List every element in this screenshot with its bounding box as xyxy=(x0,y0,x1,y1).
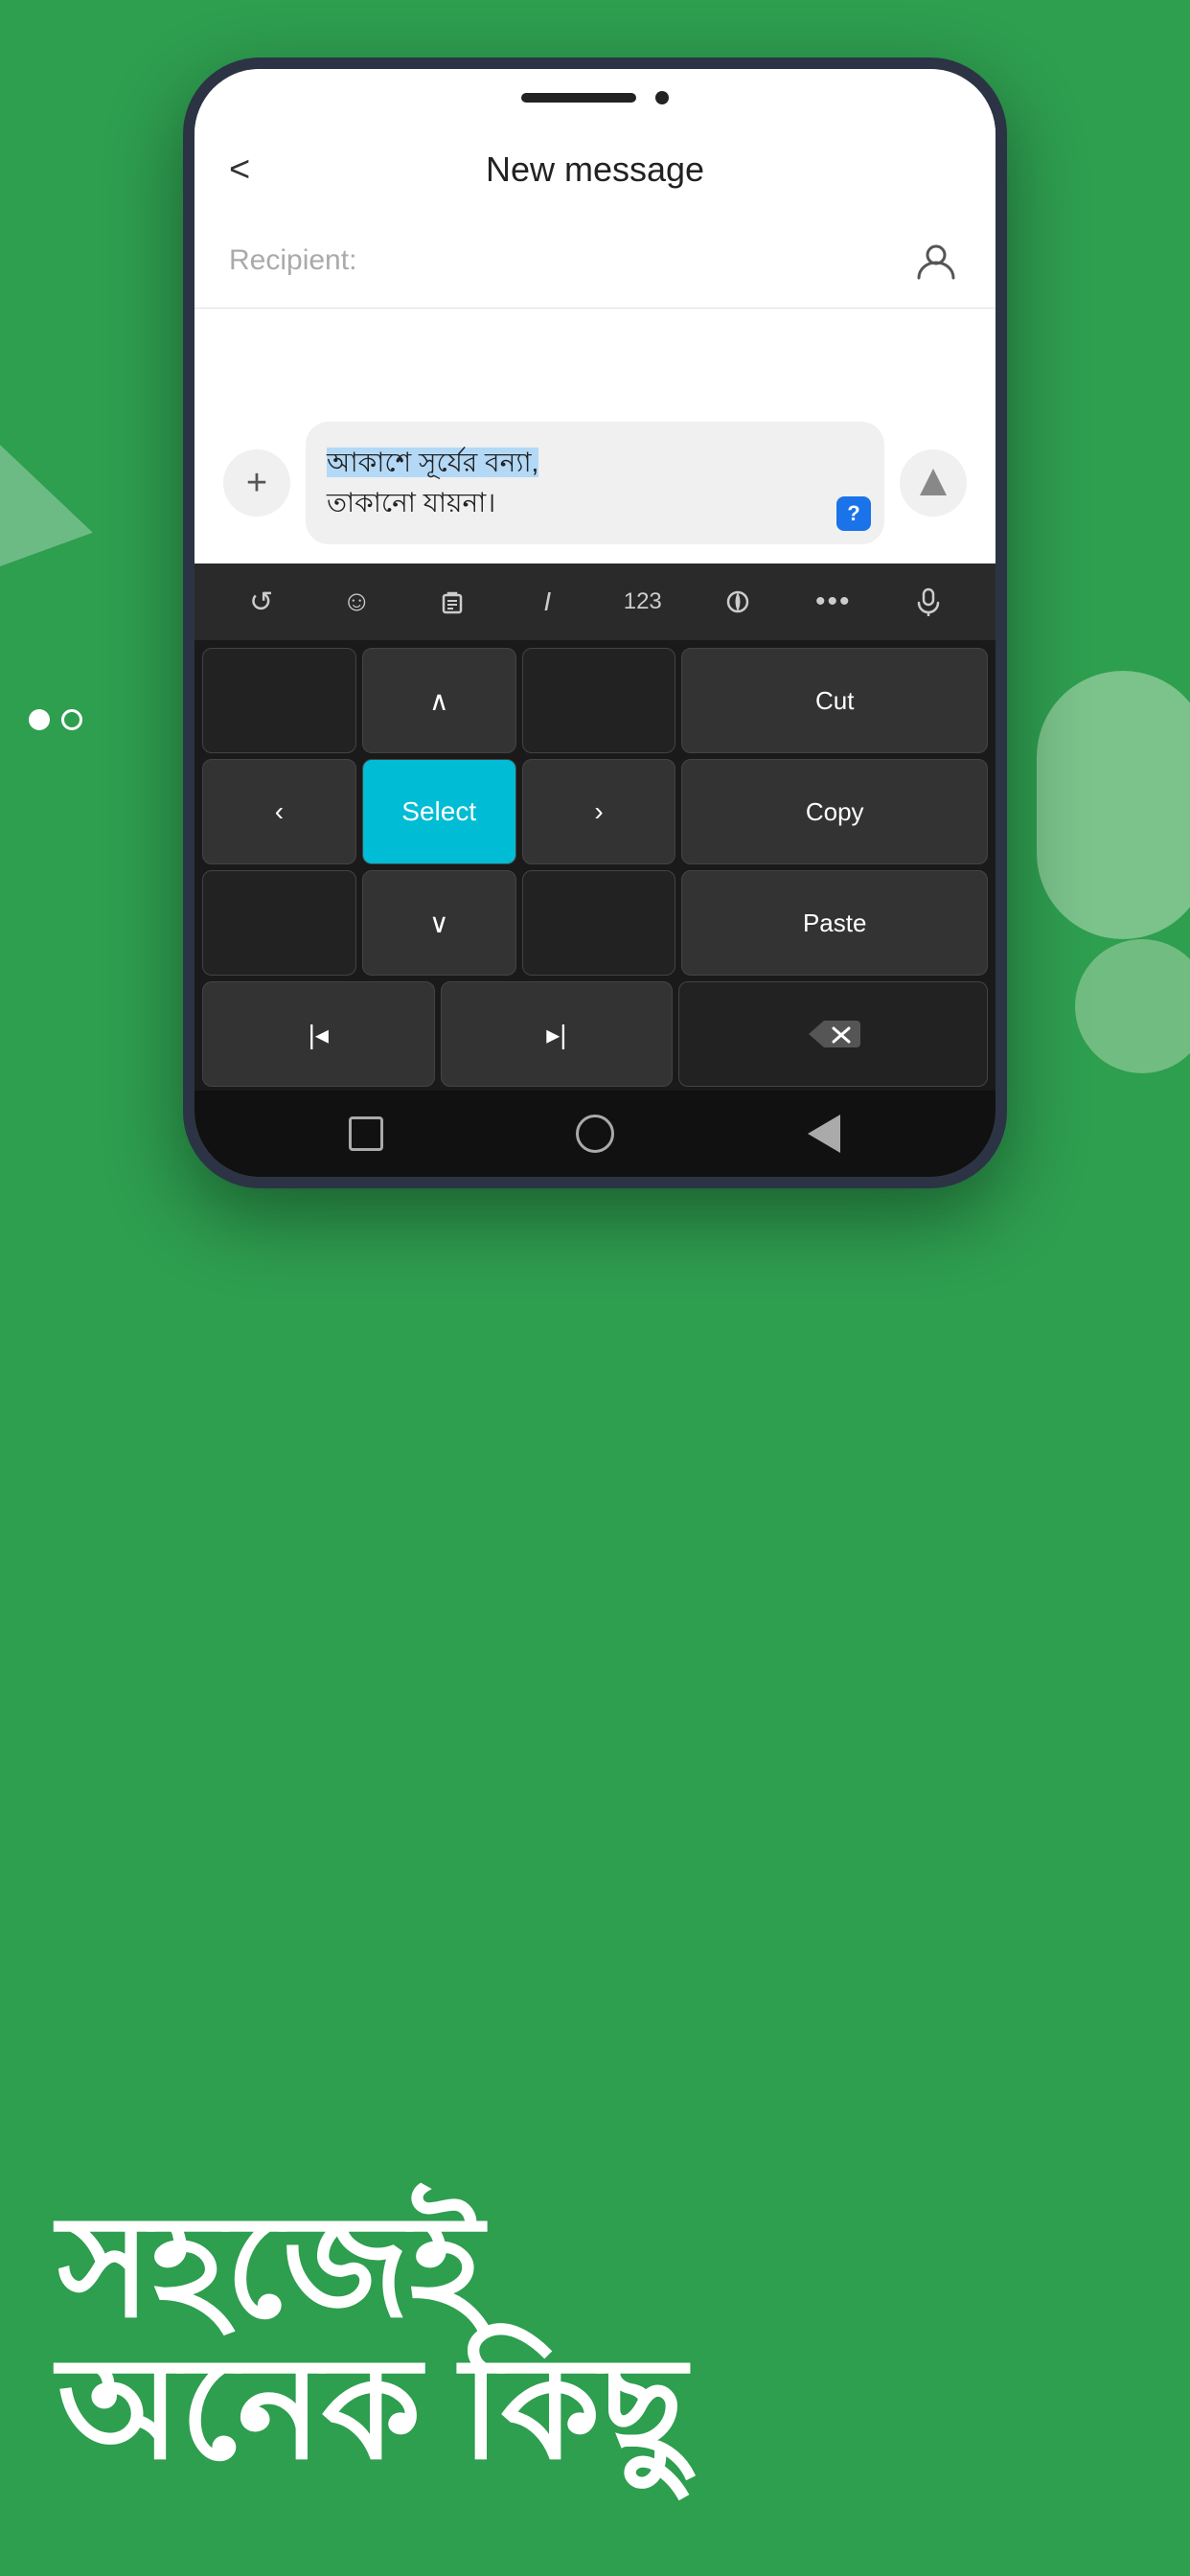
toolbar-rotate-icon[interactable]: ↺ xyxy=(233,573,290,631)
toolbar-edit-icon[interactable]: I xyxy=(518,573,576,631)
toolbar-123-icon[interactable]: 123 xyxy=(614,573,672,631)
compose-text: আকাশে সূর্যের বন্যা, তাকানো যায়না। xyxy=(327,443,831,523)
kb-right-button[interactable]: › xyxy=(522,759,676,864)
message-area: + আকাশে সূর্যের বন্যা, তাকানো যায়না। ? xyxy=(195,309,995,564)
kb-copy-button[interactable]: Copy xyxy=(681,759,988,864)
keyboard-area: ↺ ☺ I 123 xyxy=(195,564,995,1177)
back-button[interactable]: < xyxy=(229,150,250,191)
question-badge: ? xyxy=(836,496,871,531)
nav-home-icon[interactable] xyxy=(571,1110,619,1158)
toolbar-more-icon[interactable]: ••• xyxy=(805,573,862,631)
deco-dot-2 xyxy=(61,709,82,730)
add-attachment-button[interactable]: + xyxy=(223,449,290,517)
kb-row-2: ‹ Select › Copy xyxy=(202,759,988,864)
compose-text-line2: তাকানো যায়না। xyxy=(327,488,495,518)
recipient-row[interactable]: Recipient: xyxy=(195,213,995,309)
app-header: < New message xyxy=(195,126,995,213)
contact-icon[interactable] xyxy=(911,236,961,286)
nav-triangle-shape xyxy=(808,1115,840,1153)
selected-text: আকাশে সূর্যের বন্যা, xyxy=(327,448,538,477)
kb-right-spacer-bottom xyxy=(522,870,676,976)
kb-up-button[interactable]: ∧ xyxy=(362,648,516,753)
deco-dot-1 xyxy=(29,709,50,730)
nav-square-shape xyxy=(349,1116,383,1151)
kb-end-button[interactable]: ▸| xyxy=(441,981,674,1087)
kb-down-button[interactable]: ∨ xyxy=(362,870,516,976)
nav-circle-shape xyxy=(576,1115,614,1153)
bottom-line1: সহজেই xyxy=(57,2196,1190,2338)
keyboard-grid: ∧ Cut ‹ Select › Copy xyxy=(195,640,995,1091)
compose-row: + আকাশে সূর্যের বন্যা, তাকানো যায়না। ? xyxy=(223,422,967,544)
bottom-line2: অনেক কিছু xyxy=(57,2338,1190,2480)
phone-frame: < New message Recipient: + xyxy=(183,58,1007,1188)
kb-row-1: ∧ Cut xyxy=(202,648,988,753)
kb-right-spacer-top xyxy=(522,648,676,753)
deco-dots xyxy=(29,709,82,730)
kb-left-spacer-top xyxy=(202,648,356,753)
kb-left-button[interactable]: ‹ xyxy=(202,759,356,864)
nav-back-icon[interactable] xyxy=(800,1110,848,1158)
kb-home-button[interactable]: |◂ xyxy=(202,981,435,1087)
keyboard-toolbar: ↺ ☺ I 123 xyxy=(195,564,995,640)
nav-bar xyxy=(195,1091,995,1177)
compose-bubble[interactable]: আকাশে সূর্যের বন্যা, তাকানো যায়না। ? xyxy=(306,422,884,544)
nav-recent-icon[interactable] xyxy=(342,1110,390,1158)
send-arrow-icon xyxy=(920,469,947,495)
send-button[interactable] xyxy=(900,449,967,517)
kb-cut-button[interactable]: Cut xyxy=(681,648,988,753)
deco-face-right xyxy=(1037,671,1190,939)
kb-paste-button[interactable]: Paste xyxy=(681,870,988,976)
toolbar-emoji-icon[interactable]: ☺ xyxy=(328,573,385,631)
kb-row-3: ∨ Paste xyxy=(202,870,988,976)
toolbar-theme-icon[interactable] xyxy=(709,573,767,631)
phone-screen: < New message Recipient: + xyxy=(195,69,995,1177)
kb-left-spacer-bottom xyxy=(202,870,356,976)
kb-backspace-button[interactable] xyxy=(678,981,988,1087)
page-title: New message xyxy=(486,150,704,190)
kb-row-4: |◂ ▸| xyxy=(202,981,988,1087)
notch-bar xyxy=(195,69,995,126)
notch-pill xyxy=(521,93,636,103)
toolbar-mic-icon[interactable] xyxy=(900,573,957,631)
kb-select-button[interactable]: Select xyxy=(362,759,516,864)
toolbar-clipboard-icon[interactable] xyxy=(423,573,481,631)
notch-dot xyxy=(655,91,669,104)
phone-mockup: < New message Recipient: + xyxy=(183,58,1007,1188)
recipient-label: Recipient: xyxy=(229,244,892,277)
bottom-text: সহজেই অনেক কিছু xyxy=(57,2196,1190,2480)
